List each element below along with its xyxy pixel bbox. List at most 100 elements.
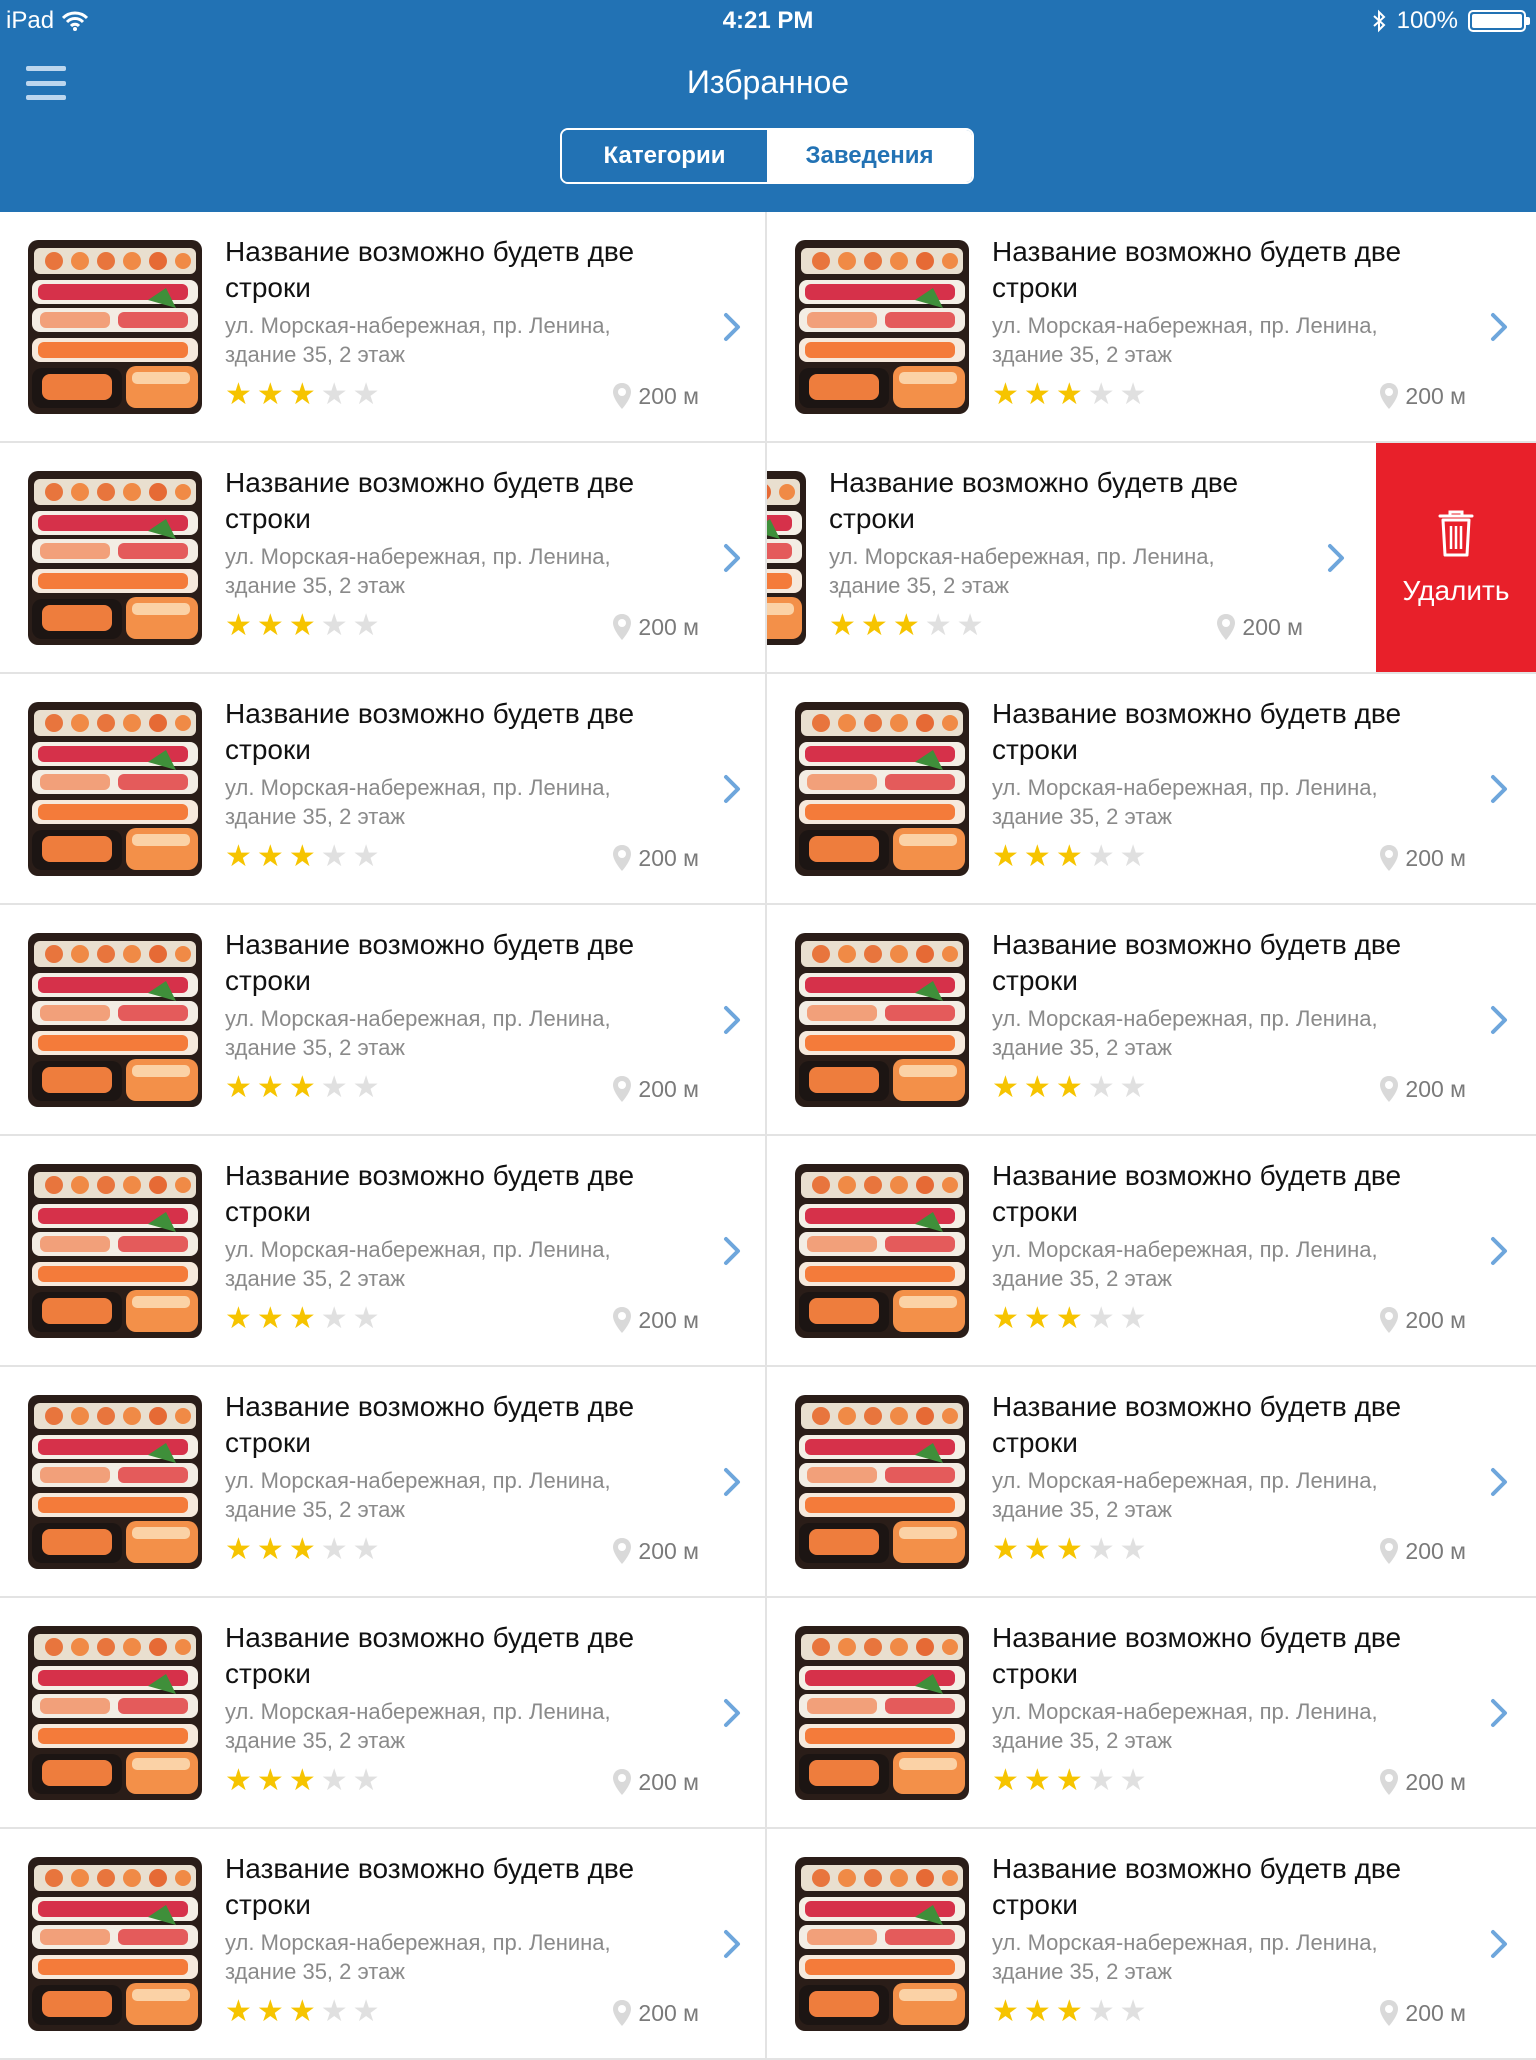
- venue-distance: 200 м: [1379, 1768, 1466, 1796]
- venue-card[interactable]: Название возможно будетв две строки ул. М…: [0, 1367, 767, 1598]
- venue-card[interactable]: Название возможно будетв две строки ул. М…: [0, 1136, 767, 1367]
- venue-distance: 200 м: [1379, 1075, 1466, 1103]
- chevron-right-icon: [1490, 1005, 1508, 1035]
- star-filled-icon: ★: [992, 840, 1019, 873]
- venue-card-content: Название возможно будетв две строки ул. М…: [0, 1829, 765, 2058]
- star-filled-icon: ★: [1055, 1764, 1083, 1797]
- chevron-right-icon: [723, 1236, 741, 1266]
- venue-address: ул. Морская-набережная, пр. Ленина, здан…: [225, 775, 611, 829]
- venue-address: ул. Морская-набережная, пр. Ленина, здан…: [992, 1237, 1378, 1291]
- venue-card[interactable]: Название возможно будетв две строки ул. М…: [767, 674, 1536, 905]
- venue-card[interactable]: Название возможно будетв две строки ул. М…: [0, 674, 767, 905]
- star-filled-icon: ★: [1023, 1995, 1051, 2028]
- segment-venues[interactable]: Заведения: [767, 130, 972, 182]
- venue-rating: ★ ★ ★ ★ ★: [225, 1073, 380, 1103]
- venue-address: ул. Морская-набережная, пр. Ленина, здан…: [992, 1699, 1378, 1753]
- location-pin-icon: [612, 382, 632, 410]
- venue-photo: [28, 471, 202, 645]
- location-pin-icon: [1379, 1537, 1399, 1565]
- star-empty-icon: ★: [1119, 840, 1147, 873]
- location-pin-icon: [1379, 1306, 1399, 1334]
- venue-card-content: Название возможно будетв две строки ул. М…: [767, 1367, 1534, 1596]
- distance-value: 200 м: [638, 1306, 699, 1333]
- star-filled-icon: ★: [225, 1302, 252, 1335]
- venue-card[interactable]: Название возможно будетв две строки ул. М…: [767, 1367, 1536, 1598]
- venue-photo: [795, 1626, 969, 1800]
- venue-address: ул. Морская-набережная, пр. Ленина, здан…: [225, 1237, 611, 1291]
- venue-card[interactable]: Название возможно будетв две строки ул. М…: [0, 1598, 767, 1829]
- venue-name: Название возможно будетв две строки: [225, 236, 635, 303]
- star-empty-icon: ★: [1119, 1533, 1147, 1566]
- venue-card[interactable]: Название возможно будетв две строки ул. М…: [0, 1829, 767, 2060]
- venue-name: Название возможно будетв две строки: [225, 698, 635, 765]
- distance-value: 200 м: [1405, 1306, 1466, 1333]
- venue-distance: 200 м: [1379, 382, 1466, 410]
- star-filled-icon: ★: [288, 1764, 316, 1797]
- venue-card[interactable]: Название возможно будетв две строки ул. М…: [0, 443, 767, 674]
- venue-card[interactable]: Название возможно будетв две строки ул. М…: [767, 443, 1536, 674]
- venue-address: ул. Морская-набережная, пр. Ленина, здан…: [992, 1006, 1378, 1060]
- venue-rating: ★ ★ ★ ★ ★: [225, 380, 380, 410]
- location-pin-icon: [1379, 1075, 1399, 1103]
- venue-card-content: Название возможно будетв две строки ул. М…: [0, 212, 765, 441]
- venue-address: ул. Морская-набережная, пр. Ленина, здан…: [225, 544, 611, 598]
- star-filled-icon: ★: [288, 840, 316, 873]
- venue-card[interactable]: Название возможно будетв две строки ул. М…: [767, 1598, 1536, 1829]
- star-filled-icon: ★: [288, 1302, 316, 1335]
- venue-card-content: Название возможно будетв две строки ул. М…: [767, 1598, 1534, 1827]
- venue-name: Название возможно будетв две строки: [225, 1391, 635, 1458]
- venue-name: Название возможно будетв две строки: [225, 467, 635, 534]
- chevron-right-icon: [723, 312, 741, 342]
- star-empty-icon: ★: [1087, 1302, 1115, 1335]
- segment-categories[interactable]: Категории: [562, 130, 767, 182]
- star-empty-icon: ★: [1087, 1764, 1115, 1797]
- star-empty-icon: ★: [1087, 1533, 1115, 1566]
- venue-card-content: Название возможно будетв две строки ул. М…: [767, 212, 1534, 441]
- star-filled-icon: ★: [829, 609, 856, 642]
- venue-rating: ★ ★ ★ ★ ★: [225, 1535, 380, 1565]
- venue-photo: [795, 1857, 969, 2031]
- venue-photo: [795, 702, 969, 876]
- star-filled-icon: ★: [256, 1302, 284, 1335]
- venue-list: Название возможно будетв две строки ул. М…: [0, 212, 1536, 2060]
- star-filled-icon: ★: [256, 1071, 284, 1104]
- venue-address: ул. Морская-набережная, пр. Ленина, здан…: [225, 1468, 611, 1522]
- venue-rating: ★ ★ ★ ★ ★: [992, 1766, 1147, 1796]
- star-empty-icon: ★: [352, 378, 380, 411]
- star-filled-icon: ★: [256, 840, 284, 873]
- venue-card[interactable]: Название возможно будетв две строки ул. М…: [767, 1829, 1536, 2060]
- star-filled-icon: ★: [992, 378, 1019, 411]
- star-filled-icon: ★: [1055, 1302, 1083, 1335]
- venue-distance: 200 м: [612, 1075, 699, 1103]
- venue-rating: ★ ★ ★ ★ ★: [829, 611, 984, 641]
- venue-name: Название возможно будетв две строки: [225, 929, 635, 996]
- distance-value: 200 м: [1405, 1768, 1466, 1795]
- star-filled-icon: ★: [256, 1533, 284, 1566]
- location-pin-icon: [612, 1537, 632, 1565]
- venue-card-content: Название возможно будетв две строки ул. М…: [0, 674, 765, 903]
- distance-value: 200 м: [638, 613, 699, 640]
- delete-button[interactable]: Удалить: [1376, 443, 1536, 672]
- venue-card[interactable]: Название возможно будетв две строки ул. М…: [767, 905, 1536, 1136]
- venue-card[interactable]: Название возможно будетв две строки ул. М…: [767, 212, 1536, 443]
- venue-photo: [795, 933, 969, 1107]
- star-filled-icon: ★: [288, 1533, 316, 1566]
- venue-card[interactable]: Название возможно будетв две строки ул. М…: [0, 212, 767, 443]
- venue-rating: ★ ★ ★ ★ ★: [992, 1535, 1147, 1565]
- page-title: Избранное: [686, 64, 850, 100]
- venue-distance: 200 м: [1379, 844, 1466, 872]
- venue-name: Название возможно будетв две строки: [992, 929, 1402, 996]
- star-filled-icon: ★: [288, 1995, 316, 2028]
- star-filled-icon: ★: [225, 840, 252, 873]
- venue-distance: 200 м: [612, 1768, 699, 1796]
- star-filled-icon: ★: [256, 378, 284, 411]
- distance-value: 200 м: [638, 1768, 699, 1795]
- location-pin-icon: [1379, 382, 1399, 410]
- venue-rating: ★ ★ ★ ★ ★: [992, 1304, 1147, 1334]
- venue-card[interactable]: Название возможно будетв две строки ул. М…: [0, 905, 767, 1136]
- star-filled-icon: ★: [860, 609, 888, 642]
- venue-card-content: Название возможно будетв две строки ул. М…: [0, 1136, 765, 1365]
- venue-card[interactable]: Название возможно будетв две строки ул. М…: [767, 1136, 1536, 1367]
- venue-rating: ★ ★ ★ ★ ★: [992, 1997, 1147, 2027]
- venue-photo: [795, 1395, 969, 1569]
